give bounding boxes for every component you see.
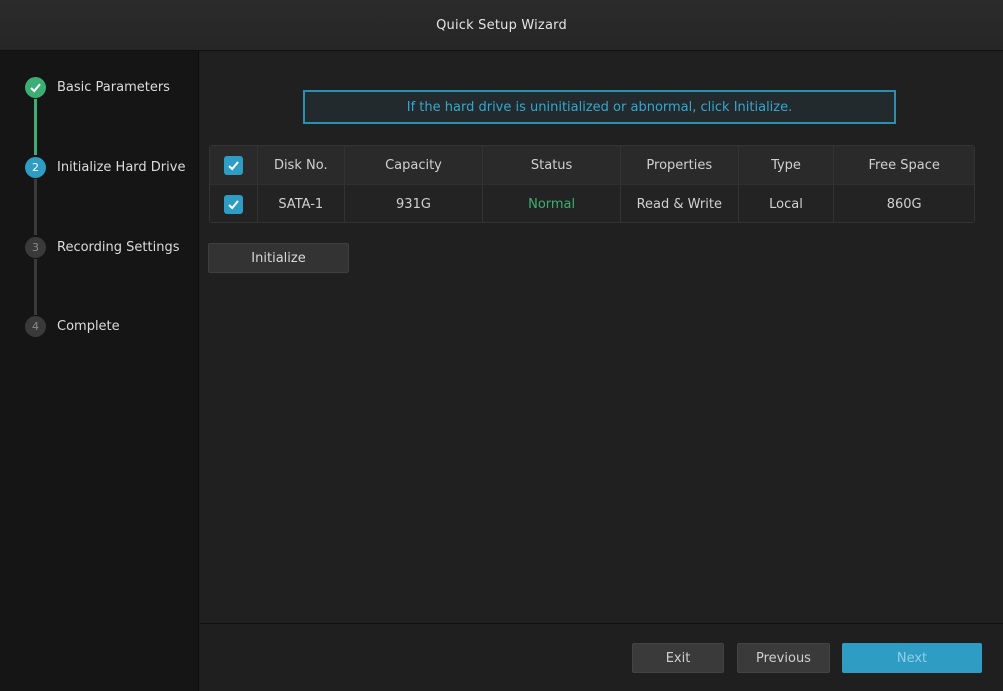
column-header-status: Status (483, 146, 621, 184)
exit-button[interactable]: Exit (632, 643, 724, 673)
select-all-cell (210, 146, 258, 184)
step-recording-settings: 3 Recording Settings (25, 236, 179, 258)
step-label: Initialize Hard Drive (57, 159, 186, 175)
table-row[interactable]: SATA-1 931G Normal Read & Write Local 86… (210, 185, 974, 222)
step-label: Basic Parameters (57, 79, 170, 95)
column-header-capacity: Capacity (345, 146, 484, 184)
info-text: If the hard drive is uninitialized or ab… (406, 99, 793, 115)
step-initialize-hard-drive: 2 Initialize Hard Drive (25, 156, 185, 178)
cell-type: Local (739, 185, 835, 222)
cell-disk-no: SATA-1 (258, 185, 345, 222)
disk-table: Disk No. Capacity Status Properties Type… (209, 145, 975, 223)
checkmark-icon (25, 76, 46, 98)
cell-status: Normal (483, 185, 621, 222)
initialize-button[interactable]: Initialize (208, 243, 349, 273)
cell-free-space: 860G (886, 197, 922, 212)
window-title: Quick Setup Wizard (436, 17, 567, 33)
column-header-free-space: Free Space (868, 157, 940, 173)
quick-setup-wizard-window: Quick Setup Wizard Basic Parameters 2 In… (0, 0, 1003, 691)
select-all-checkbox[interactable] (223, 155, 243, 175)
step-connector-3 (34, 259, 37, 315)
cell-properties: Read & Write (621, 185, 739, 222)
column-header-properties: Properties (621, 146, 739, 184)
wizard-steps-sidebar: Basic Parameters 2 Initialize Hard Drive… (0, 51, 199, 691)
row-checkbox[interactable] (223, 195, 243, 214)
window-titlebar: Quick Setup Wizard (0, 0, 1003, 51)
column-header-type: Type (739, 146, 835, 184)
column-header-disk-no: Disk No. (258, 146, 345, 184)
row-select-cell (210, 185, 258, 222)
step-number-badge: 2 (25, 156, 46, 178)
step-number-badge: 4 (25, 315, 46, 337)
step-label: Complete (57, 318, 120, 334)
step-connector-2 (34, 179, 37, 235)
info-banner: If the hard drive is uninitialized or ab… (303, 90, 896, 124)
wizard-footer: Exit Previous Next (200, 623, 1003, 691)
step-number-badge: 3 (25, 236, 46, 258)
previous-button[interactable]: Previous (737, 643, 830, 673)
step-label: Recording Settings (57, 239, 180, 255)
step-complete: 4 Complete (25, 315, 120, 337)
step-basic-parameters: Basic Parameters (25, 76, 170, 98)
table-header-row: Disk No. Capacity Status Properties Type… (210, 146, 974, 185)
next-button[interactable]: Next (842, 643, 982, 673)
step-connector-1 (34, 99, 37, 155)
cell-capacity: 931G (345, 185, 484, 222)
main-content: If the hard drive is uninitialized or ab… (200, 51, 1003, 623)
